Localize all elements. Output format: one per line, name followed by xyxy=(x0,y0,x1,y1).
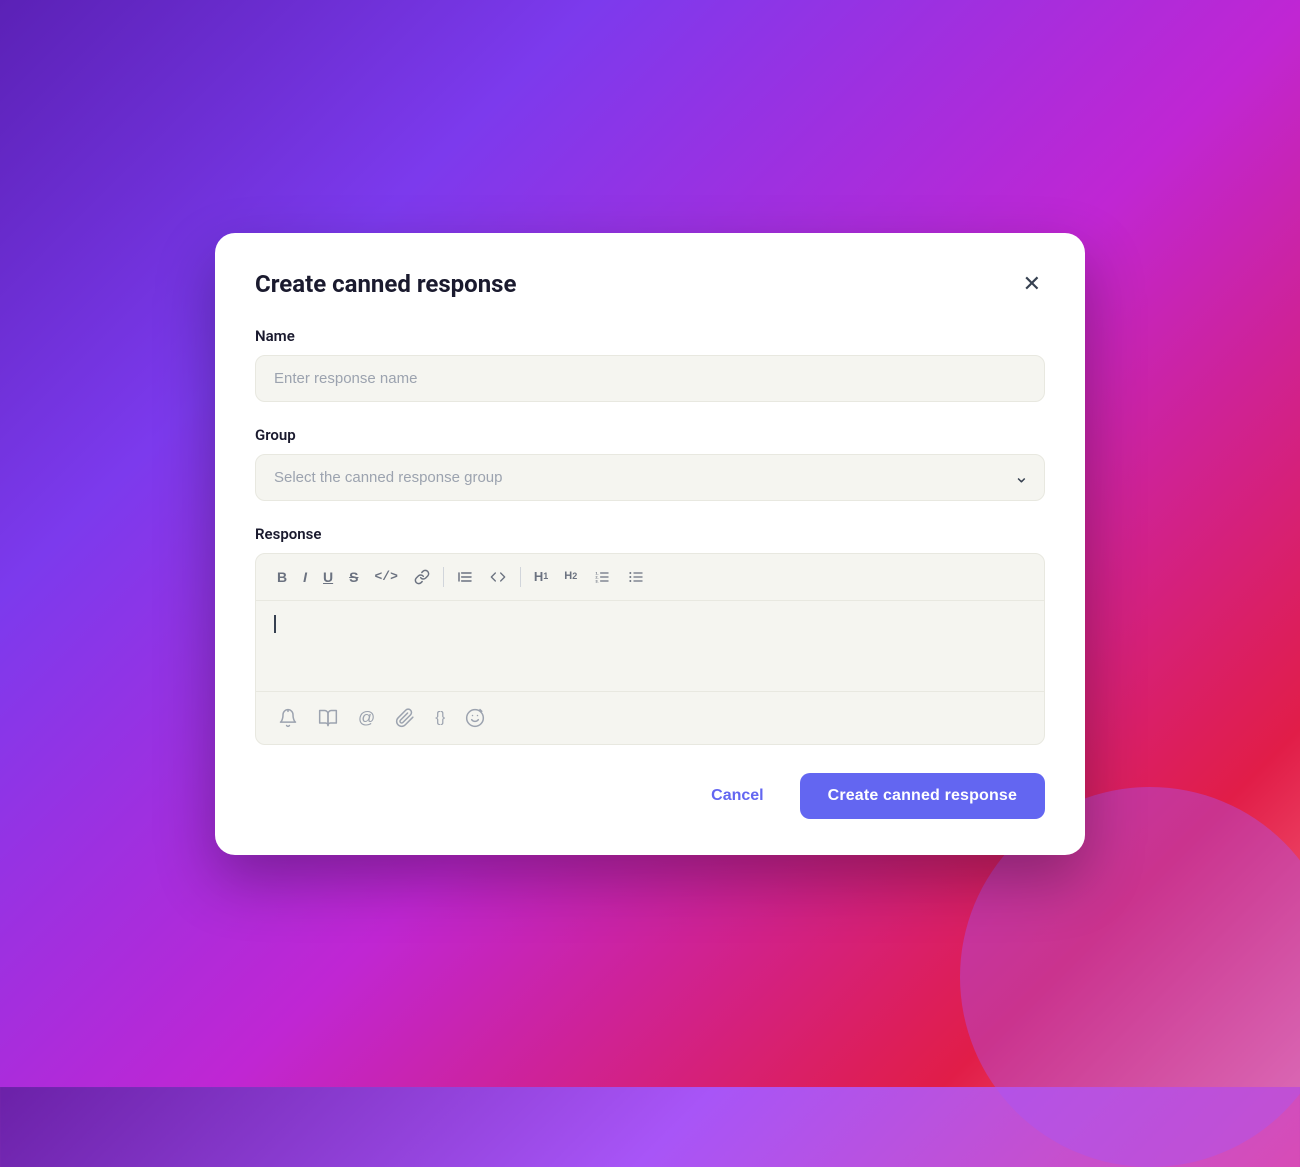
cancel-button[interactable]: Cancel xyxy=(691,775,783,817)
text-cursor xyxy=(274,615,276,633)
name-label: Name xyxy=(255,327,1045,345)
code-block-button[interactable] xyxy=(482,564,514,590)
group-label: Group xyxy=(255,426,1045,444)
close-button[interactable]: ✕ xyxy=(1019,269,1045,299)
code-button[interactable]: </> xyxy=(367,565,404,588)
unordered-list-button[interactable] xyxy=(620,564,652,590)
link-button[interactable] xyxy=(407,564,437,590)
modal-footer: Cancel Create canned response xyxy=(255,773,1045,819)
strikethrough-button[interactable]: S xyxy=(342,565,365,589)
variable-button[interactable]: {} xyxy=(427,704,453,731)
response-label: Response xyxy=(255,525,1045,543)
bold-button[interactable]: B xyxy=(270,565,294,589)
h2-button[interactable]: H2 xyxy=(557,566,584,587)
toolbar-separator-2 xyxy=(520,567,521,587)
response-field-group: Response B I U S </> xyxy=(255,525,1045,745)
create-canned-response-button[interactable]: Create canned response xyxy=(800,773,1045,819)
group-select-wrapper: Select the canned response group ⌄ xyxy=(255,454,1045,501)
mention-button[interactable]: @ xyxy=(350,703,383,732)
modal-header: Create canned response ✕ xyxy=(255,269,1045,299)
audio-reply-button[interactable] xyxy=(270,702,306,734)
modal-title: Create canned response xyxy=(255,270,516,298)
italic-button[interactable]: I xyxy=(296,565,314,589)
response-editor: B I U S </> xyxy=(255,553,1045,745)
group-select[interactable]: Select the canned response group xyxy=(255,454,1045,501)
name-input[interactable] xyxy=(255,355,1045,402)
name-field-group: Name xyxy=(255,327,1045,402)
underline-button[interactable]: U xyxy=(316,565,340,589)
modal-dialog: Create canned response ✕ Name Group Sele… xyxy=(215,233,1085,855)
toolbar-separator-1 xyxy=(443,567,444,587)
editor-content-area[interactable] xyxy=(256,601,1044,691)
editor-toolbar: B I U S </> xyxy=(256,554,1044,601)
ordered-list-button[interactable]: 1. 2. 3. xyxy=(586,564,618,590)
attach-button[interactable] xyxy=(387,702,423,734)
book-button[interactable] xyxy=(310,702,346,734)
editor-bottom-toolbar: @ {} xyxy=(256,691,1044,744)
group-field-group: Group Select the canned response group ⌄ xyxy=(255,426,1045,501)
svg-text:3.: 3. xyxy=(596,578,599,583)
emoji-button[interactable] xyxy=(457,702,493,734)
h1-button[interactable]: H1 xyxy=(527,565,555,588)
blockquote-button[interactable] xyxy=(450,564,480,590)
